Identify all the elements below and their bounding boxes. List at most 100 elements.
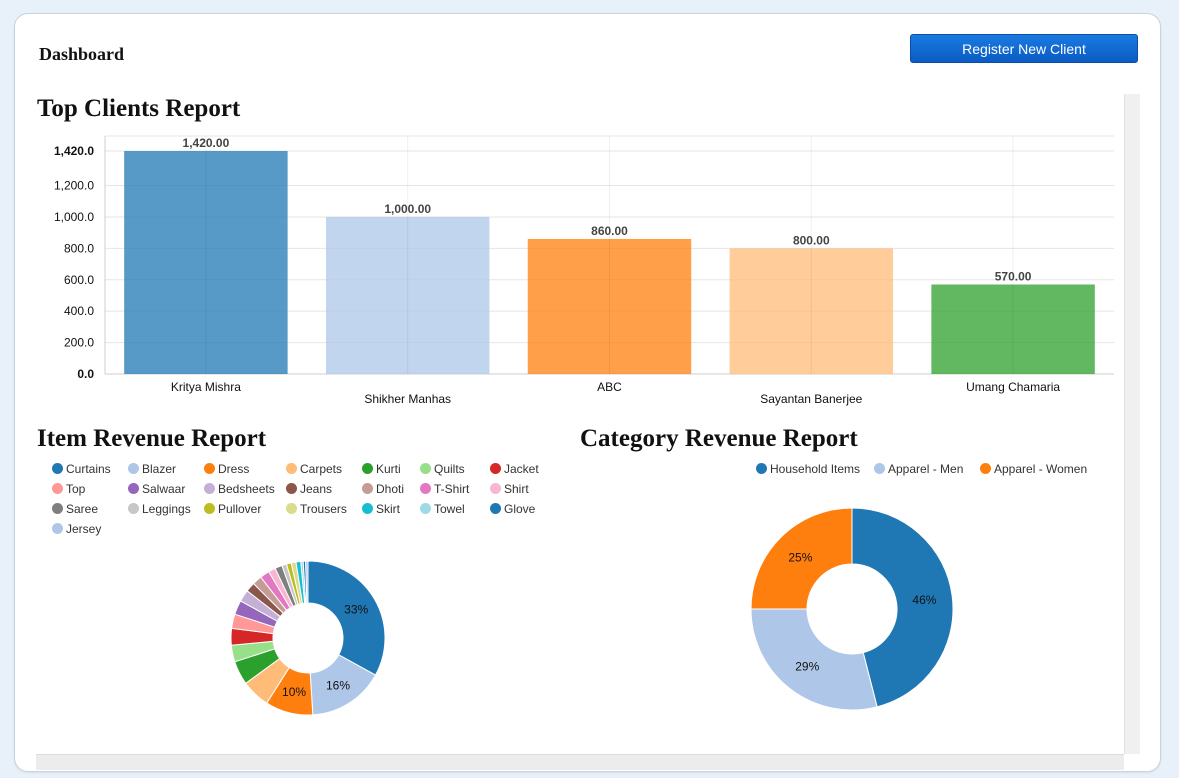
- legend-item[interactable]: Jersey: [52, 521, 101, 537]
- legend-swatch: [204, 503, 215, 514]
- legend-swatch: [128, 503, 139, 514]
- legend-label: Saree: [66, 502, 99, 516]
- legend-label: Household Items: [770, 462, 861, 476]
- legend-label: Trousers: [300, 502, 347, 516]
- legend-label: Dhoti: [376, 482, 405, 496]
- y-tick-label: 1,420.0: [54, 144, 94, 158]
- legend-label: Top: [66, 482, 86, 496]
- legend-swatch: [128, 463, 139, 474]
- legend-swatch: [420, 483, 431, 494]
- y-tick-label: 1,200.0: [54, 179, 94, 193]
- legend-label: Skirt: [376, 502, 400, 516]
- legend-item[interactable]: Trousers: [286, 501, 347, 517]
- legend-label: T-Shirt: [434, 482, 470, 496]
- legend-swatch: [204, 463, 215, 474]
- legend-swatch: [52, 503, 63, 514]
- legend-swatch: [286, 483, 297, 494]
- legend-item[interactable]: Saree: [52, 501, 98, 517]
- slice-label: 16%: [326, 678, 350, 692]
- legend-item[interactable]: Salwaar: [128, 481, 185, 497]
- bar-value-label: 800.00: [793, 233, 830, 247]
- legend-item[interactable]: Dhoti: [362, 481, 404, 497]
- legend-label: Pullover: [218, 502, 262, 516]
- bar-value-label: 570.00: [995, 269, 1032, 283]
- bar-value-label: 1,000.00: [384, 202, 431, 216]
- legend-swatch: [420, 463, 431, 474]
- y-tick-label: 600.0: [64, 273, 94, 287]
- legend-label: Apparel - Men: [888, 462, 964, 476]
- category-revenue-donut-chart: 46% 29% 25%: [750, 507, 954, 711]
- legend-item[interactable]: Glove: [490, 501, 535, 517]
- legend-item[interactable]: Blazer: [128, 461, 176, 477]
- bar-value-label: 1,420.00: [183, 136, 230, 150]
- x-tick-label: Shikher Manhas: [364, 392, 451, 406]
- legend-label: Leggings: [142, 502, 191, 516]
- legend-item[interactable]: Dress: [204, 461, 249, 477]
- y-tick-label: 1,000.0: [54, 210, 94, 224]
- legend-label: Glove: [504, 502, 536, 516]
- slice-label: 10%: [282, 685, 306, 699]
- legend-item[interactable]: Curtains: [52, 461, 111, 477]
- bar-value-label: 860.00: [591, 224, 628, 238]
- legend-label: Jersey: [66, 522, 102, 536]
- legend-swatch: [362, 463, 373, 474]
- legend-label: Dress: [218, 462, 250, 476]
- item-revenue-title: Item Revenue Report: [37, 425, 267, 452]
- top-clients-bar-chart: 0.0 200.0 400.0 600.0 800.0 1,000.0 1,200.0 1,4…: [54, 135, 1114, 406]
- legend-item[interactable]: Apparel - Women: [980, 461, 1087, 477]
- slice-curtains: [307, 560, 386, 676]
- legend-label: Blazer: [142, 462, 177, 476]
- y-tick-label: 200.0: [64, 336, 94, 350]
- legend-item[interactable]: Jacket: [490, 461, 539, 477]
- legend-swatch: [756, 463, 767, 474]
- category-revenue-title: Category Revenue Report: [580, 425, 858, 452]
- horizontal-scrollbar[interactable]: [36, 754, 1124, 770]
- legend-item[interactable]: Jeans: [286, 481, 332, 497]
- legend-item[interactable]: Skirt: [362, 501, 400, 517]
- legend-item[interactable]: Bedsheets: [204, 481, 275, 497]
- legend-item[interactable]: Towel: [420, 501, 465, 517]
- legend-item[interactable]: Shirt: [490, 481, 529, 497]
- legend-item[interactable]: Carpets: [286, 461, 342, 477]
- slice-label: 46%: [912, 593, 936, 607]
- legend-item[interactable]: Kurti: [362, 461, 401, 477]
- legend-label: Jacket: [504, 462, 539, 476]
- legend-swatch: [362, 483, 373, 494]
- legend-swatch: [420, 503, 431, 514]
- legend-label: Kurti: [376, 462, 401, 476]
- legend-swatch: [204, 483, 215, 494]
- legend-swatch: [874, 463, 885, 474]
- legend-item[interactable]: Pullover: [204, 501, 261, 517]
- legend-label: Curtains: [66, 462, 111, 476]
- legend-label: Towel: [434, 502, 465, 516]
- legend-item[interactable]: Top: [52, 481, 85, 497]
- legend-label: Carpets: [300, 462, 343, 476]
- legend-swatch: [490, 503, 501, 514]
- legend-item[interactable]: Household Items: [756, 461, 860, 477]
- legend-label: Jeans: [300, 482, 333, 496]
- legend-label: Quilts: [434, 462, 465, 476]
- legend-item[interactable]: T-Shirt: [420, 481, 469, 497]
- legend-swatch: [980, 463, 991, 474]
- legend-swatch: [286, 503, 297, 514]
- y-tick-label: 400.0: [64, 304, 94, 318]
- legend-swatch: [52, 463, 63, 474]
- x-tick-label: Umang Chamaria: [966, 380, 1060, 394]
- legend-label: Shirt: [504, 482, 529, 496]
- x-tick-label: Kritya Mishra: [171, 380, 241, 394]
- legend-item[interactable]: Leggings: [128, 501, 191, 517]
- legend-swatch: [286, 463, 297, 474]
- x-tick-label: Sayantan Banerjee: [760, 392, 862, 406]
- item-revenue-donut-chart: 33% 16% 10%: [230, 560, 386, 716]
- legend-swatch: [128, 483, 139, 494]
- slice-label: 25%: [788, 550, 812, 564]
- legend-swatch: [362, 503, 373, 514]
- y-tick-label: 800.0: [64, 241, 94, 255]
- legend-item[interactable]: Apparel - Men: [874, 461, 963, 477]
- slice-label: 29%: [795, 660, 819, 674]
- x-tick-label: ABC: [597, 380, 622, 394]
- legend-swatch: [490, 483, 501, 494]
- legend-label: Apparel - Women: [994, 462, 1088, 476]
- legend-item[interactable]: Quilts: [420, 461, 465, 477]
- legend-label: Bedsheets: [218, 482, 275, 496]
